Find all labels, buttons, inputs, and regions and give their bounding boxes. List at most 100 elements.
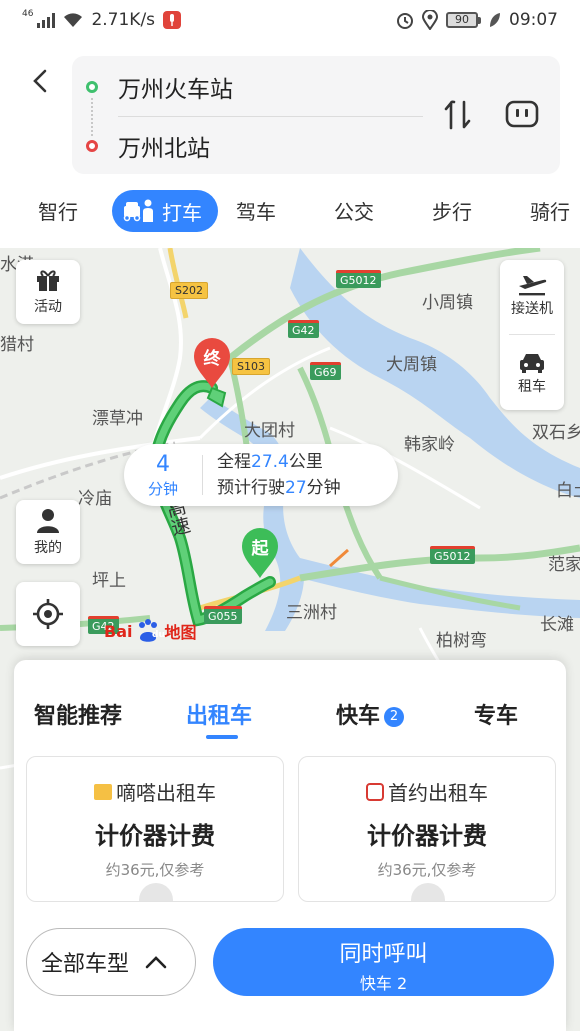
tab-taxi-service[interactable]: 出租车 [186,698,252,730]
network-speed: 2.71K/s [91,10,156,30]
back-icon[interactable] [26,66,56,96]
didi-taxi-logo-icon [94,783,112,800]
tab-bike[interactable]: 骑行 [530,196,570,225]
call-simultaneously-button[interactable]: 同时呼叫 快车 2 [213,928,554,996]
chevron-up-icon [145,956,167,969]
swap-route-icon[interactable] [442,98,474,132]
map-label: 小周镇 [422,293,473,313]
select-check-icon[interactable] [139,883,173,901]
microphone-icon [163,11,182,29]
start-pin: 起 [240,528,280,580]
tab-walk[interactable]: 步行 [432,196,472,225]
shouyue-logo-icon [366,782,384,801]
map-label: 白土 [556,481,580,501]
route-connector [91,98,93,136]
destination-dot-icon [86,140,98,152]
mine-label: 我的 [34,540,62,556]
origin-dot-icon [86,81,98,93]
map-label: 三洲村 [286,603,337,623]
network-type: 46 [22,9,34,19]
mine-button[interactable]: 我的 [16,500,80,564]
trip-duration: 27 [285,478,307,498]
ride-options-sheet: 智能推荐 出租车 快车 2 专车 嘀嗒出租车 计价器计费 约36元,仅参考 首约出… [14,660,566,1031]
map-label: 冷庙 [78,489,112,509]
taxi-option-card[interactable]: 嘀嗒出租车 计价器计费 约36元,仅参考 [26,756,284,902]
express-count-badge: 2 [384,707,405,727]
locate-button[interactable] [16,582,80,646]
status-bar: 46 2.71K/s 90 09:07 [0,0,580,40]
tab-smart-recommend[interactable]: 智能推荐 [34,698,122,730]
locate-icon [33,599,63,629]
fare-type: 计价器计费 [95,822,215,850]
map-label: 范家 [548,555,580,575]
right-tools: 接送机 租车 [500,260,564,410]
airport-button[interactable]: 接送机 [511,274,553,318]
tab-bus[interactable]: 公交 [334,196,374,225]
road-tag: G69 [310,362,341,380]
origin-field[interactable]: 万州火车站 [118,70,233,104]
activity-button[interactable]: 活动 [16,260,80,324]
road-tag: G42 [288,320,319,338]
car-type-label: 全部车型 [41,952,130,977]
call-sublabel: 快车 2 [359,974,408,993]
map-label: 猎村 [0,335,34,355]
tab-premium[interactable]: 专车 [474,698,518,730]
baidu-map-logo: Bai du 地图 [104,618,197,644]
wifi-icon [64,13,83,27]
rental-button[interactable]: 租车 [518,352,546,396]
taxi-option-card[interactable]: 首约出租车 计价器计费 约36元,仅参考 [298,756,556,902]
road-tag: G5012 [430,546,475,564]
map-label: 漂草冲 [92,409,143,429]
map-label: 长滩 [540,615,574,635]
alarm-icon [397,13,413,29]
map-label: 双石乡 [532,423,580,443]
destination-field[interactable]: 万州北站 [118,129,210,163]
plane-icon [519,276,547,296]
road-tag: S202 [170,282,208,299]
signal-icon [37,12,56,28]
route-input-panel: 万州火车站 万州北站 [72,56,560,174]
rental-label: 租车 [518,378,546,395]
tab-taxi[interactable]: 打车 [112,190,218,232]
start-pin-label: 起 [251,539,269,559]
map-label: 大团村 [244,421,295,441]
user-icon [37,509,59,533]
battery-icon: 90 [446,12,481,28]
end-pin-label: 终 [203,349,221,369]
trip-minutes: 4 分钟 [147,451,178,498]
provider-name: 嘀嗒出租车 [116,781,216,805]
travel-mode-tabs: 智行 打车 驾车 公交 步行 骑行 [0,186,580,240]
fare-type: 计价器计费 [367,822,487,850]
map-label: 韩家岭 [404,435,455,455]
provider-name: 首约出租车 [388,781,488,805]
call-label: 同时呼叫 [339,942,428,967]
car-type-selector[interactable]: 全部车型 [26,928,196,996]
fare-estimate: 约36元,仅参考 [377,861,477,879]
tab-smart[interactable]: 智行 [38,196,78,225]
leaf-icon [490,13,500,27]
trip-distance: 27.4 [251,452,289,472]
road-tag: G5012 [336,270,381,288]
road-tag: S103 [232,358,270,375]
activity-label: 活动 [34,299,62,315]
trip-summary: 全程27.4公里 预计行驶27分钟 [217,452,341,498]
active-tab-indicator [206,735,238,739]
taxi-person-icon [123,199,153,222]
fare-estimate: 约36元,仅参考 [105,861,205,879]
end-pin: 终 [192,338,232,390]
road-tag: G055 [204,606,242,624]
map-label: 坪上 [92,571,126,591]
tab-express[interactable]: 快车 2 [336,698,405,730]
more-options-icon[interactable] [504,98,540,130]
gift-icon [37,270,59,291]
select-check-icon[interactable] [411,883,445,901]
airport-label: 接送机 [511,301,553,318]
tab-drive[interactable]: 驾车 [236,196,276,225]
divider [118,116,423,117]
location-icon [422,10,438,30]
clock: 09:07 [509,10,558,30]
trip-info: 4 分钟 全程27.4公里 预计行驶27分钟 [124,444,398,506]
map-label: 大周镇 [386,355,437,375]
map-label: 柏树弯 [436,631,487,651]
tab-taxi-label: 打车 [162,200,202,225]
